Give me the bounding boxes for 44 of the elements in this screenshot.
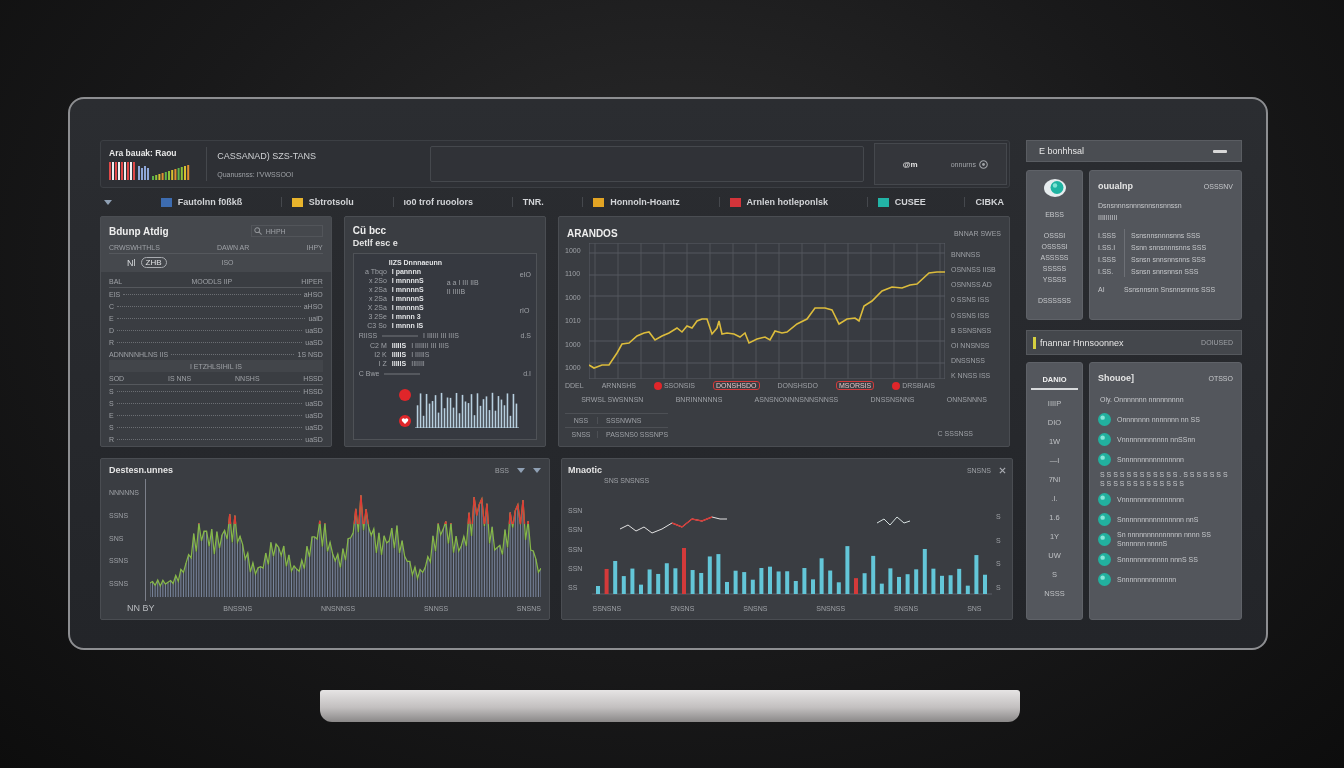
sphere-icon — [1098, 532, 1111, 546]
sphere-icon — [1098, 552, 1111, 566]
section-title: fnannar Hnnsoonnex — [1040, 337, 1124, 348]
striped-bars-icon — [109, 162, 191, 180]
axis-label: NN BY — [127, 603, 155, 613]
filter-item[interactable]: CIBKA — [964, 197, 1004, 207]
search-icon — [253, 227, 262, 235]
filter-item[interactable]: Sbtrotsolu — [280, 197, 354, 207]
caret-icon[interactable] — [104, 199, 112, 205]
card-title: ouualnp — [1098, 181, 1133, 191]
filter-item[interactable]: Fautolnn f0ßkß — [150, 197, 243, 207]
minus-icon[interactable] — [1213, 149, 1227, 153]
list-title: Shouoe] — [1098, 373, 1134, 383]
dot-icon — [653, 381, 662, 390]
panel-title: Destesn.unnes — [109, 465, 174, 475]
dot-icon — [892, 381, 901, 390]
panel-title: Mnaotic — [568, 465, 602, 475]
sphere-icon — [1098, 572, 1111, 586]
filter-item[interactable]: TNR. — [511, 197, 544, 207]
filter-item[interactable]: ıo0 trof ruoolors — [392, 197, 473, 207]
brand-name: Ara bauak: Raou — [109, 148, 178, 158]
filter-item[interactable]: Arnlen hotleponlsk — [718, 197, 829, 207]
user-name: @m — [902, 159, 918, 169]
accent-bar-icon — [1033, 336, 1036, 349]
sphere-icon — [1098, 452, 1111, 466]
panel-title: Cü bcc — [352, 225, 388, 236]
sphere-icon — [1098, 432, 1111, 446]
section-title: E bonhhsal — [1039, 146, 1085, 156]
label-text: Nl — [127, 257, 136, 268]
circle-icon — [979, 159, 988, 169]
dashboard-title: CASSANAD) SZS-TANS — [217, 150, 318, 161]
eye-icon — [1043, 179, 1066, 197]
dot-icon — [398, 388, 411, 401]
panel-subtitle: Detlf esc e — [352, 238, 399, 248]
close-icon[interactable] — [999, 466, 1006, 474]
panel-title: Bdunp Atdig — [109, 225, 169, 237]
sphere-icon — [1098, 512, 1111, 526]
panel-title: ARANDOS — [567, 227, 618, 239]
sphere-icon — [1098, 492, 1111, 506]
sphere-icon — [1098, 412, 1111, 426]
filter-item[interactable]: Honnoln-Hoantz — [582, 197, 680, 207]
search-field[interactable] — [430, 146, 864, 182]
filter-item[interactable]: CUSEE — [866, 197, 926, 207]
heart-icon — [398, 414, 411, 427]
